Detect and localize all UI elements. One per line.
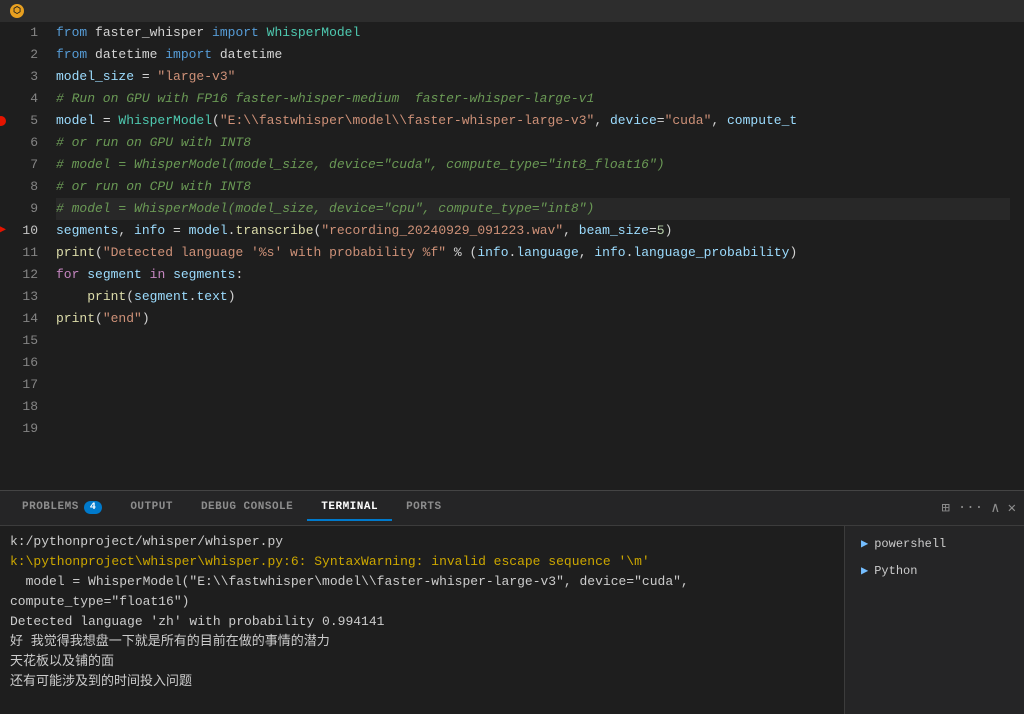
- line-number-4: 4: [0, 88, 38, 110]
- code-line-8: # model = WhisperModel(model_size, devic…: [56, 154, 1010, 176]
- line-number-7: 7: [0, 154, 38, 176]
- terminal-line-5: 好 我觉得我想盘一下就是所有的目前在做的事情的潜力: [10, 632, 834, 652]
- terminal-line-1: k:\pythonproject\whisper\whisper.py:6: S…: [10, 552, 834, 572]
- terminal-session-1[interactable]: ▶ Python: [853, 559, 1016, 582]
- terminal-panel: PROBLEMS 4 OUTPUT DEBUG CONSOLE TERMINAL PORT…: [0, 490, 1024, 714]
- title-bar: ⬡: [0, 0, 1024, 22]
- line-number-12: 12: [0, 264, 38, 286]
- file-icon: ⬡: [10, 4, 24, 18]
- line-number-5: 5: [0, 110, 38, 132]
- tab-label-terminal: TERMINAL: [321, 501, 378, 513]
- code-content[interactable]: from faster_whisper import WhisperModelf…: [52, 22, 1010, 490]
- terminal-line-7: 还有可能涉及到的时间投入问题: [10, 672, 834, 692]
- maximize-icon[interactable]: ∧: [991, 500, 999, 517]
- breakpoint-indicator: [0, 116, 6, 126]
- line-number-18: 18: [0, 396, 38, 418]
- code-line-6: model = WhisperModel("E:\\fastwhisper\mo…: [56, 110, 1010, 132]
- line-number-16: 16: [0, 352, 38, 374]
- line-number-11: 11: [0, 242, 38, 264]
- code-line-5: # Run on GPU with FP16 faster-whisper-me…: [56, 88, 1010, 110]
- line-number-13: 13: [0, 286, 38, 308]
- terminal-line-3: compute_type="float16"): [10, 592, 834, 612]
- editor-scrollbar[interactable]: [1010, 22, 1024, 490]
- line-number-15: 15: [0, 330, 38, 352]
- more-actions-icon[interactable]: ···: [958, 500, 983, 516]
- terminal-line-4: Detected language 'zh' with probability …: [10, 612, 834, 632]
- tab-label-problems: PROBLEMS: [22, 501, 79, 513]
- terminal-line-0: k:/pythonproject/whisper/whisper.py: [10, 532, 834, 552]
- code-line-2: from datetime import datetime: [56, 44, 1010, 66]
- code-line-1: from faster_whisper import WhisperModel: [56, 22, 1010, 44]
- tab-label-ports: PORTS: [406, 501, 442, 513]
- session-label-1: Python: [874, 564, 917, 578]
- panel-tab-actions: ⊞ ··· ∧ ✕: [941, 500, 1016, 517]
- editor-area: 123456789▶10111213141516171819 from fast…: [0, 22, 1024, 490]
- session-label-0: powershell: [874, 537, 946, 551]
- line-number-19: 19: [0, 418, 38, 440]
- line-number-3: 3: [0, 66, 38, 88]
- line-number-1: 1: [0, 22, 38, 44]
- code-line-3: model_size = "large-v3": [56, 66, 1010, 88]
- tab-ports[interactable]: PORTS: [392, 495, 456, 521]
- terminal-line-6: 天花板以及铺的面: [10, 652, 834, 672]
- line-number-6: 6: [0, 132, 38, 154]
- line-number-2: 2: [0, 44, 38, 66]
- code-line-17: print(segment.text): [56, 286, 1010, 308]
- code-line-10: # model = WhisperModel(model_size, devic…: [56, 198, 1010, 220]
- line-number-9: 9: [0, 198, 38, 220]
- code-line-19: print("end"): [56, 308, 1010, 330]
- line-number-17: 17: [0, 374, 38, 396]
- session-icon-0: ▶: [861, 536, 868, 551]
- tab-debug[interactable]: DEBUG CONSOLE: [187, 495, 307, 521]
- terminal-content[interactable]: k:/pythonproject/whisper/whisper.pyk:\py…: [0, 526, 844, 714]
- panel-tabs: PROBLEMS 4 OUTPUT DEBUG CONSOLE TERMINAL PORT…: [0, 491, 1024, 526]
- line-numbers: 123456789▶10111213141516171819: [0, 22, 52, 490]
- code-line-7: # or run on GPU with INT8: [56, 132, 1010, 154]
- tab-label-output: OUTPUT: [130, 501, 173, 513]
- line-number-14: 14: [0, 308, 38, 330]
- error-arrow: ▶: [0, 220, 6, 242]
- session-icon-1: ▶: [861, 563, 868, 578]
- code-line-14: print("Detected language '%s' with proba…: [56, 242, 1010, 264]
- panel-body: k:/pythonproject/whisper/whisper.pyk:\py…: [0, 526, 1024, 714]
- tab-problems[interactable]: PROBLEMS 4: [8, 495, 116, 522]
- tab-badge-problems: 4: [84, 501, 103, 514]
- terminal-session-0[interactable]: ▶ powershell: [853, 532, 1016, 555]
- terminal-line-2: model = WhisperModel("E:\\fastwhisper\mo…: [10, 572, 834, 592]
- close-panel-icon[interactable]: ✕: [1008, 500, 1016, 517]
- split-editor-icon[interactable]: ⊞: [941, 500, 949, 517]
- line-number-10: ▶10: [0, 220, 38, 242]
- code-line-16: for segment in segments:: [56, 264, 1010, 286]
- tab-terminal[interactable]: TERMINAL: [307, 495, 392, 521]
- terminal-sidebar: ▶ powershell ▶ Python: [844, 526, 1024, 714]
- line-number-8: 8: [0, 176, 38, 198]
- tab-output[interactable]: OUTPUT: [116, 495, 187, 521]
- code-line-12: segments, info = model.transcribe("recor…: [56, 220, 1010, 242]
- code-line-9: # or run on CPU with INT8: [56, 176, 1010, 198]
- tab-label-debug: DEBUG CONSOLE: [201, 501, 293, 513]
